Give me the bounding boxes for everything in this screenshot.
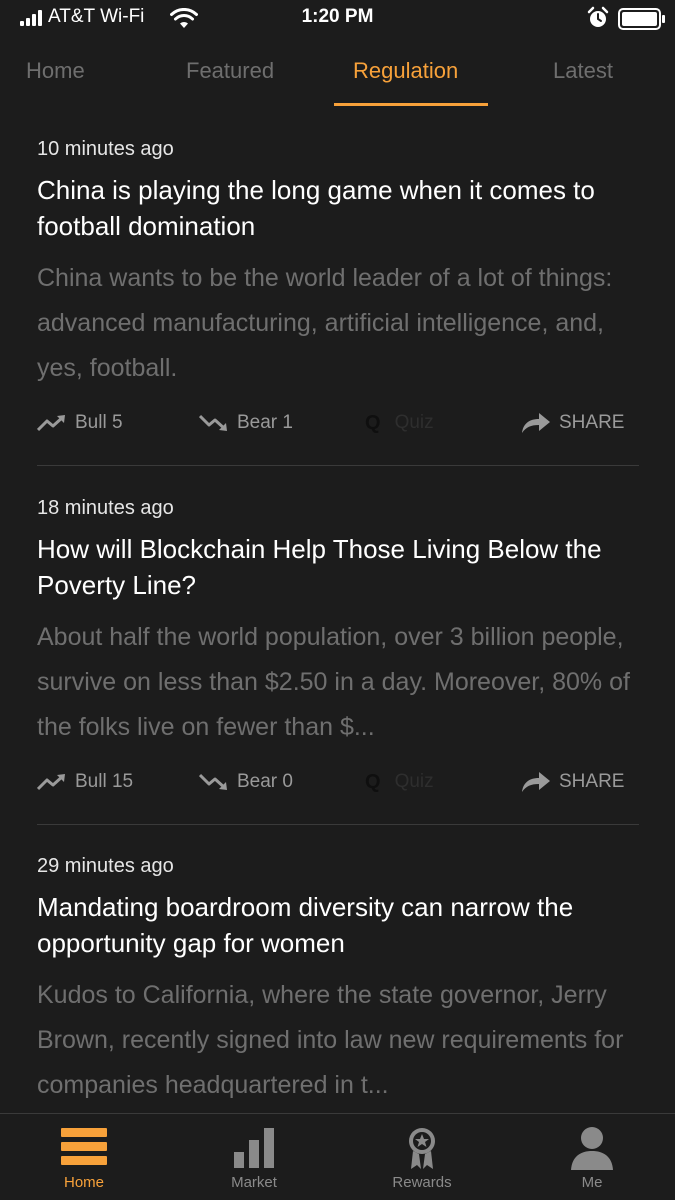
trend-up-icon [37,415,65,432]
trend-up-icon [37,774,65,791]
quiz-button[interactable]: Q Quiz [365,767,434,797]
nav-me[interactable]: Me [532,1114,652,1200]
article-time: 29 minutes ago [37,855,174,877]
nav-label: Market [231,1174,277,1191]
share-label: SHARE [559,412,625,433]
share-label: SHARE [559,771,625,792]
profile-icon [571,1127,613,1170]
article-title[interactable]: Mandating boardroom diversity can narrow… [37,889,637,961]
share-button[interactable]: SHARE [521,408,624,438]
nav-label: Me [581,1174,603,1191]
trend-down-icon [199,773,227,790]
active-tab-indicator [334,103,488,106]
nav-rewards[interactable]: Rewards [362,1114,482,1200]
article-card[interactable]: 10 minutes ago China is playing the long… [37,108,639,467]
article-summary[interactable]: China wants to be the world leader of a … [37,256,637,391]
article-actions: Bull 15 Bear 0 Q Quiz SHARE [37,767,639,797]
bear-count: Bear 1 [237,412,293,433]
bear-button[interactable]: Bear 1 [199,408,293,438]
article-title[interactable]: China is playing the long game when it c… [37,172,637,244]
bull-count: Bull 15 [75,771,134,792]
share-arrow-icon [522,772,550,792]
tab-latest[interactable]: Latest [553,58,613,84]
trend-down-icon [199,414,227,431]
article-card[interactable]: 29 minutes ago Mandating boardroom diver… [37,825,639,1113]
status-bar: AT&T Wi-Fi 1:20 PM [0,0,675,40]
article-time: 18 minutes ago [37,497,174,519]
bear-count: Bear 0 [237,771,293,792]
bull-button[interactable]: Bull 15 [37,767,133,797]
category-tabs: Home Featured Regulation Latest [0,40,675,108]
news-feed[interactable]: 10 minutes ago China is playing the long… [0,108,675,1113]
article-title[interactable]: How will Blockchain Help Those Living Be… [37,531,637,603]
share-arrow-icon [522,413,550,433]
status-clock: 1:20 PM [301,6,374,27]
quiz-label: Quiz [394,412,434,433]
alarm-clock-icon [587,6,609,27]
quiz-icon: Q [365,770,381,793]
nav-label: Rewards [392,1174,452,1191]
share-button[interactable]: SHARE [521,767,624,797]
bear-button[interactable]: Bear 0 [199,767,293,797]
quiz-icon: Q [365,411,381,434]
rewards-icon [409,1128,435,1169]
tab-home[interactable]: Home [26,58,85,84]
nav-market[interactable]: Market [194,1114,314,1200]
quiz-label: Quiz [394,771,434,792]
article-time: 10 minutes ago [37,138,174,160]
home-icon [61,1128,107,1165]
article-summary[interactable]: About half the world population, over 3 … [37,615,637,750]
app-root: AT&T Wi-Fi 1:20 PM Home Featured Regulat… [0,0,675,1200]
article-actions: Bull 5 Bear 1 Q Quiz SHARE [37,408,639,438]
bottom-navigation: Home Market Rewards Me [0,1113,675,1200]
market-icon [234,1128,274,1168]
article-card[interactable]: 18 minutes ago How will Blockchain Help … [37,467,639,826]
tab-regulation[interactable]: Regulation [353,58,458,84]
quiz-button[interactable]: Q Quiz [365,408,434,438]
bull-count: Bull 5 [75,412,123,433]
article-divider [37,465,639,466]
bull-button[interactable]: Bull 5 [37,408,123,438]
article-summary[interactable]: Kudos to California, where the state gov… [37,973,637,1108]
nav-label: Home [63,1174,104,1191]
tab-featured[interactable]: Featured [186,58,274,84]
nav-home[interactable]: Home [24,1114,144,1200]
battery-icon [618,8,665,30]
